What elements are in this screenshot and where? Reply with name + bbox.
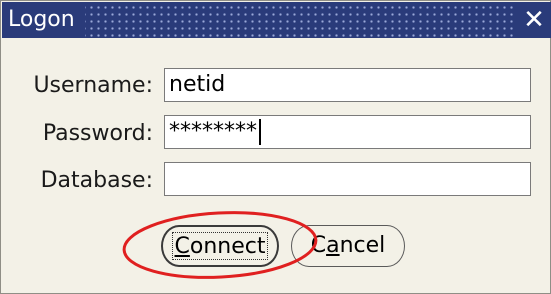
title-bar[interactable]: Logon ✕ (2, 2, 551, 38)
database-field[interactable] (164, 162, 531, 196)
password-label: Password: (42, 121, 153, 146)
password-field[interactable]: ******** (164, 115, 531, 149)
username-value: netid (169, 72, 226, 97)
close-icon[interactable]: ✕ (517, 2, 551, 38)
text-caret (259, 119, 261, 145)
username-label: Username: (33, 73, 153, 98)
cancel-prefix: C (310, 233, 327, 258)
focus-ring (172, 232, 268, 260)
password-value: ******** (169, 119, 257, 144)
window-title: Logon (2, 2, 85, 38)
cancel-label: ncel (339, 233, 386, 258)
database-label: Database: (40, 168, 153, 193)
logon-dialog: Logon ✕ Username: netid Password: ******… (0, 0, 551, 294)
username-field[interactable]: netid (164, 68, 531, 102)
connect-button[interactable]: Connect (161, 225, 279, 267)
cancel-mnemonic: a (326, 233, 340, 258)
cancel-button[interactable]: Cancel (291, 225, 405, 267)
